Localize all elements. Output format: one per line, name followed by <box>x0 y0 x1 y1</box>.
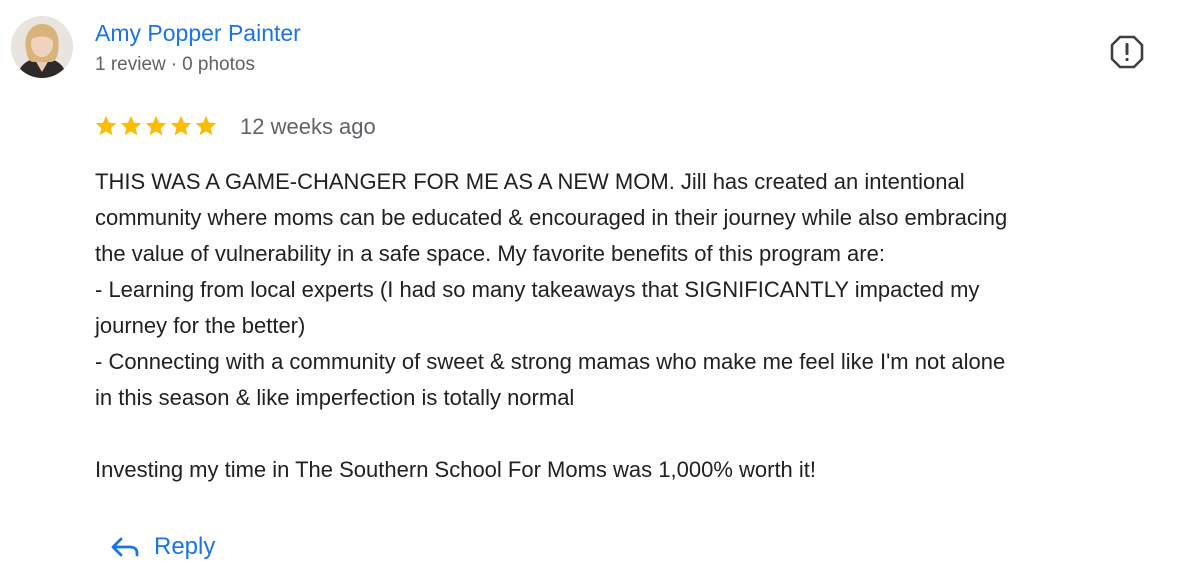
review-text-line: community where moms can be educated & e… <box>95 205 1008 230</box>
star-icon <box>94 114 118 138</box>
review-body: THIS WAS A GAME-CHANGER FOR ME AS A NEW … <box>95 164 1175 488</box>
review-text-line: Investing my time in The Southern School… <box>95 457 817 482</box>
reply-label: Reply <box>154 533 216 560</box>
review-date: 12 weeks ago <box>240 114 376 139</box>
reply-button[interactable]: Reply <box>110 528 215 566</box>
photo-count: 0 photos <box>182 54 255 75</box>
star-icon <box>144 114 168 138</box>
paragraph-break <box>95 416 1175 452</box>
reply-arrow-icon <box>110 535 140 559</box>
reviewer-avatar[interactable] <box>11 16 73 78</box>
review-count: 1 review <box>95 54 166 75</box>
reviewer-stats: 1 review · 0 photos <box>95 54 255 76</box>
star-icon <box>119 114 143 138</box>
review-text-line: in this season & like imperfection is to… <box>95 385 575 410</box>
star-rating <box>94 112 218 140</box>
review-text-line: THIS WAS A GAME-CHANGER FOR ME AS A NEW … <box>95 169 965 194</box>
review-text-line: the value of vulnerability in a safe spa… <box>95 241 885 266</box>
review-text-line: journey for the better) <box>95 313 306 338</box>
review-text-line: - Learning from local experts (I had so … <box>95 277 980 302</box>
reviewer-name[interactable]: Amy Popper Painter <box>95 20 301 47</box>
star-icon <box>169 114 193 138</box>
meta-separator: · <box>170 54 178 75</box>
report-flag-icon[interactable] <box>1110 35 1144 69</box>
review-text-line: - Connecting with a community of sweet &… <box>95 349 1006 374</box>
star-icon <box>194 114 218 138</box>
user-avatar-photo <box>11 16 73 78</box>
